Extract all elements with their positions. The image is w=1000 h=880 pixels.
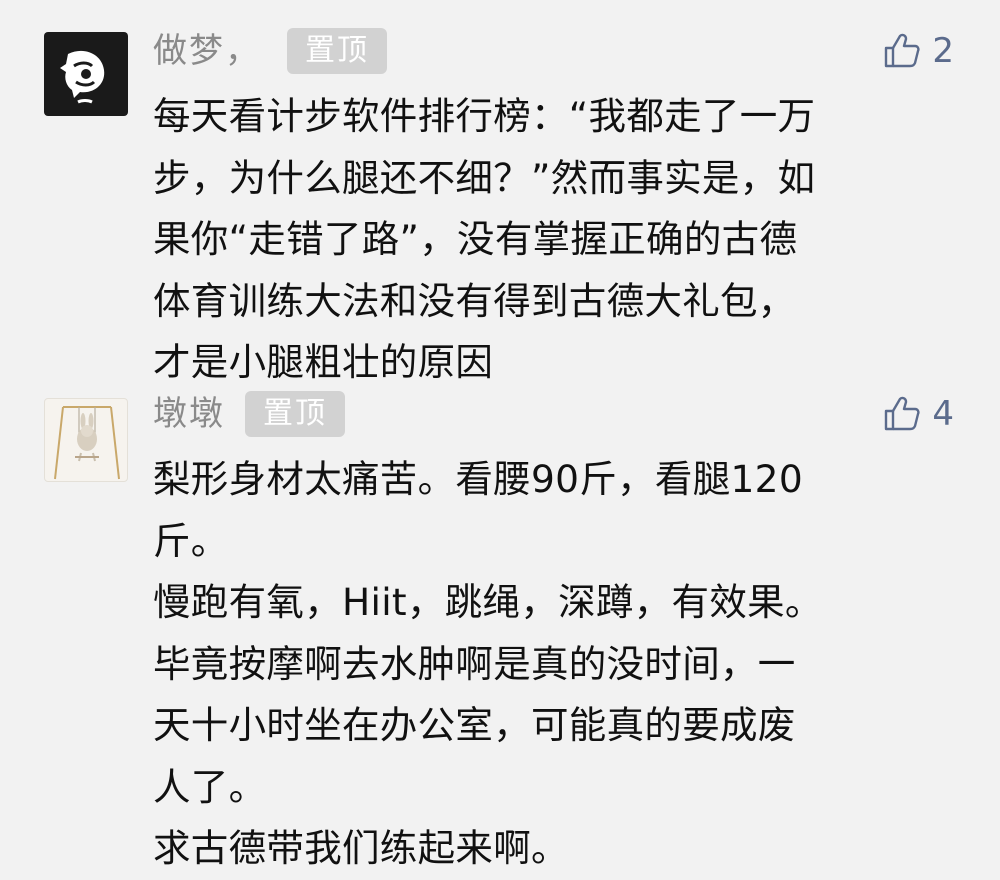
- comment-header: 做梦， 置顶 2: [153, 25, 960, 77]
- pinned-badge: 置顶: [245, 391, 345, 437]
- comment-line: 慢跑有氧，Hiit，跳绳，深蹲，有效果。: [153, 580, 823, 624]
- avatar[interactable]: [44, 398, 128, 482]
- comment-line: 梨形身材太痛苦。看腰90斤，看腿120: [153, 457, 803, 501]
- pinned-badge: 置顶: [287, 28, 387, 74]
- thumbs-up-icon: [885, 33, 920, 68]
- comment-line: 步，为什么腿还不细？”然而事实是，如: [153, 155, 816, 200]
- avatar[interactable]: [44, 32, 128, 116]
- comment-text: 每天看计步软件排行榜：“我都走了一万 步，为什么腿还不细？”然而事实是，如 果你…: [153, 86, 953, 394]
- comment-line: 人了。: [153, 764, 267, 809]
- nickname[interactable]: 墩墩: [153, 388, 225, 440]
- bunny-swing-icon: [54, 406, 120, 480]
- nickname[interactable]: 做梦，: [153, 25, 261, 77]
- comment-line: 斤。: [153, 518, 229, 563]
- thumbs-up-icon: [885, 396, 920, 431]
- like-button[interactable]: 2: [882, 25, 954, 77]
- comment-line: 果你“走错了路”，没有掌握正确的古德: [153, 217, 798, 261]
- comment-header: 墩墩 置顶 4: [153, 388, 960, 440]
- like-count: 4: [932, 394, 954, 434]
- comment-text: 梨形身材太痛苦。看腰90斤，看腿120 斤。 慢跑有氧，Hiit，跳绳，深蹲，有…: [153, 449, 953, 880]
- face-silhouette-icon: [60, 50, 105, 104]
- like-count: 2: [932, 31, 954, 71]
- comment-line: 天十小时坐在办公室，可能真的要成废: [153, 703, 796, 747]
- comment-line: 体育训练大法和没有得到古德大礼包，: [153, 278, 796, 323]
- comment-line: 每天看计步软件排行榜：“我都走了一万: [153, 94, 816, 138]
- comment-line: 才是小腿粗壮的原因: [153, 340, 494, 384]
- comment-line: 毕竟按摩啊去水肿啊是真的没时间，一: [153, 641, 796, 686]
- comment-line: 求古德带我们练起来啊。: [153, 826, 569, 870]
- like-button[interactable]: 4: [882, 388, 954, 440]
